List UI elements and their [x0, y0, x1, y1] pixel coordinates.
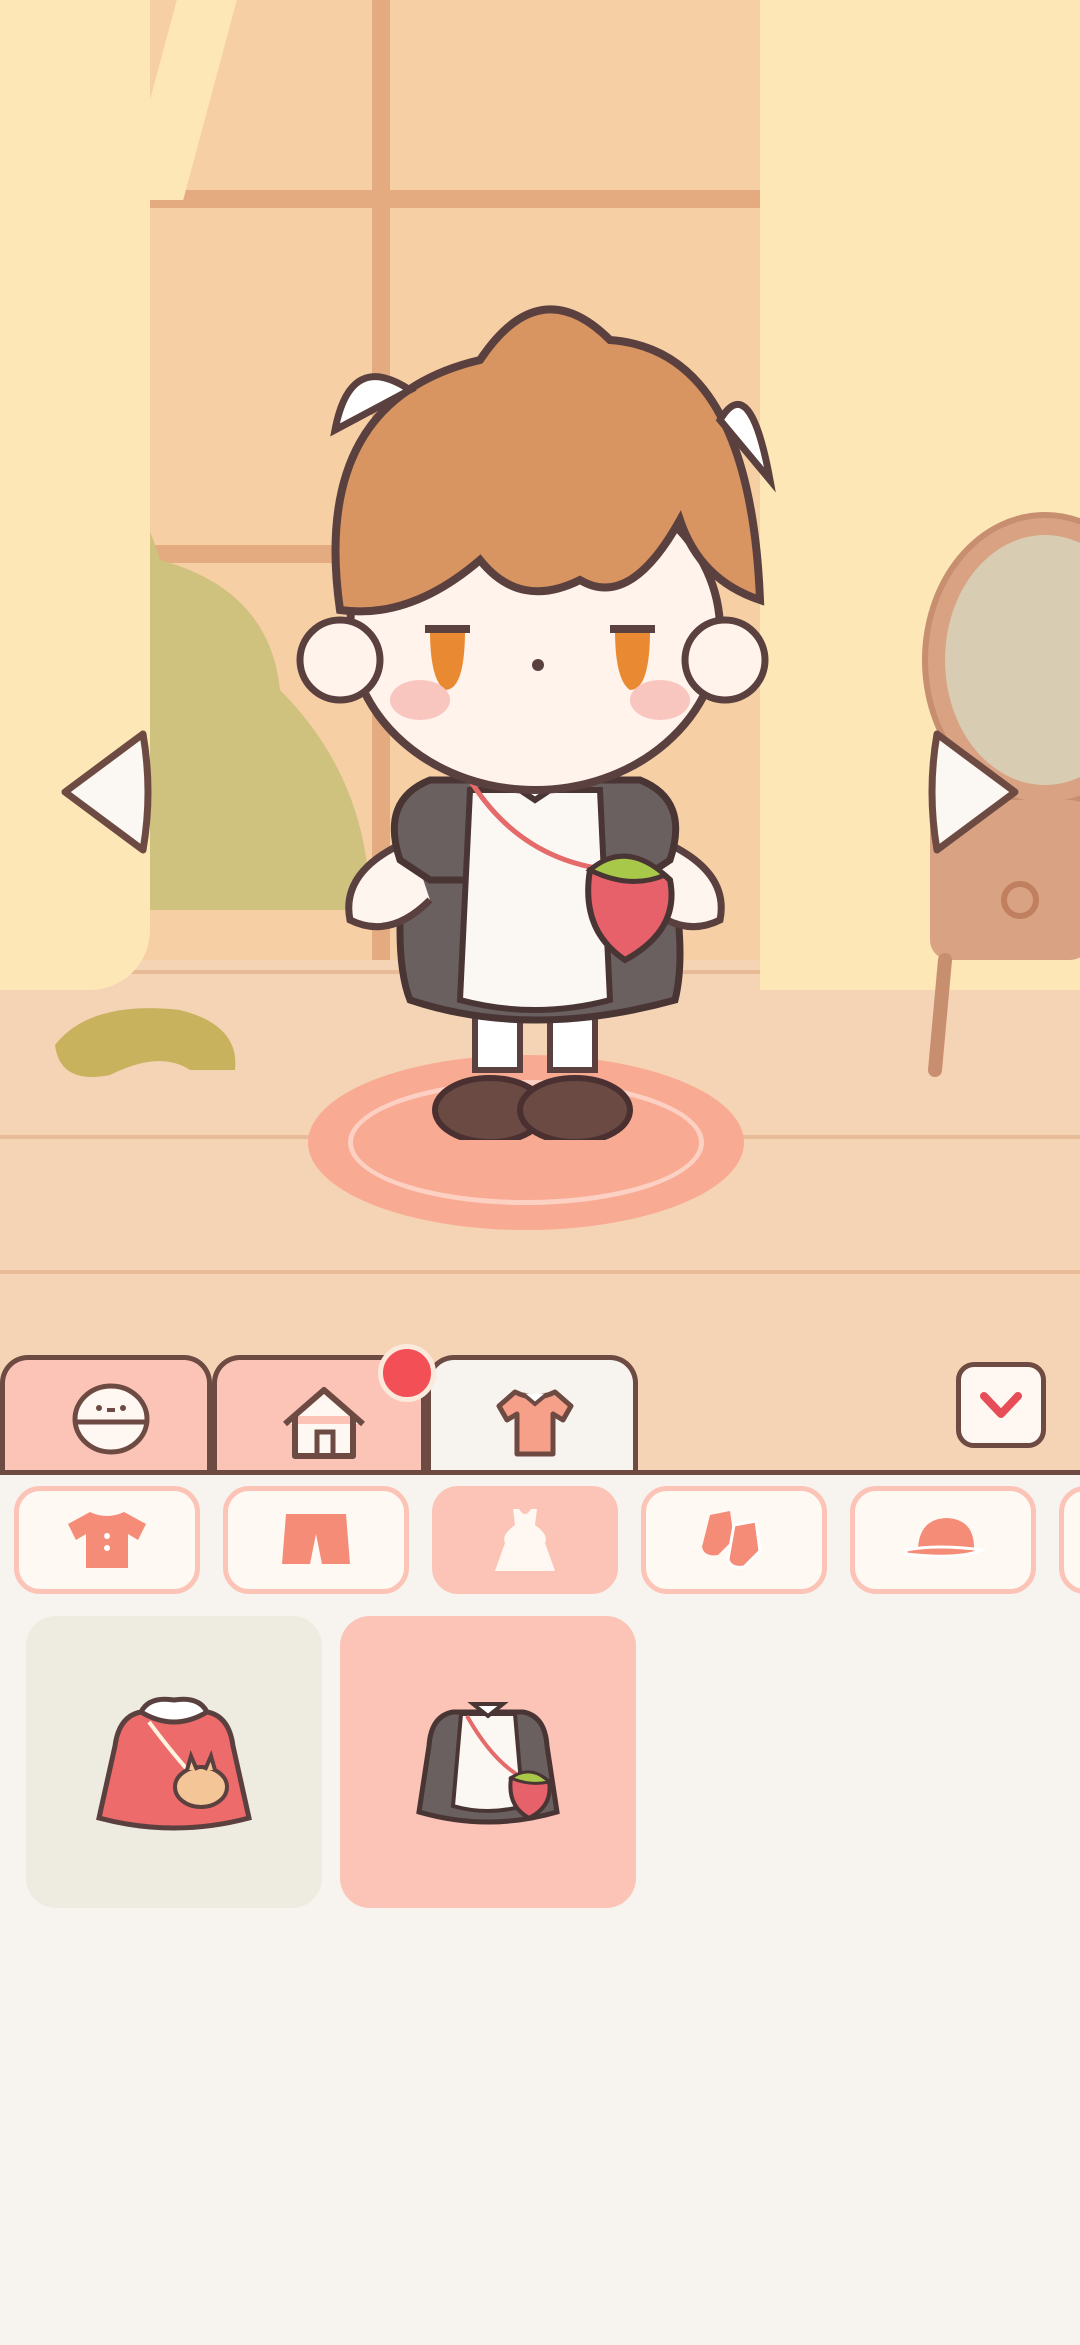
- subcat-shoes[interactable]: [641, 1486, 827, 1594]
- dress-icon: [495, 1509, 555, 1571]
- notification-badge: [378, 1344, 436, 1402]
- character: [296, 305, 776, 1140]
- previous-arrow-button[interactable]: [55, 722, 155, 862]
- item-maid-dress-strawberry-bag[interactable]: [340, 1616, 636, 1908]
- socks-icon: [702, 1511, 762, 1569]
- subcat-bottoms[interactable]: [223, 1486, 409, 1594]
- shorts-icon: [282, 1514, 350, 1564]
- tab-face[interactable]: [0, 1355, 212, 1475]
- cap-icon: [904, 1518, 988, 1558]
- shirt-icon: [496, 1389, 574, 1457]
- tab-clothes[interactable]: [426, 1355, 638, 1480]
- collapse-panel-button[interactable]: [956, 1362, 1046, 1448]
- maid-dress-icon: [416, 1702, 560, 1825]
- subcat-tops[interactable]: [14, 1486, 200, 1594]
- sock-on-floor: [55, 1008, 236, 1077]
- chevron-down-icon: [980, 1392, 1022, 1418]
- pink-dress-icon: [96, 1696, 252, 1831]
- face-icon: [72, 1383, 150, 1455]
- next-arrow-button[interactable]: [925, 722, 1025, 862]
- character-scene: [0, 0, 1080, 1470]
- subcat-dresses[interactable]: [432, 1486, 618, 1594]
- subcat-more[interactable]: [1059, 1486, 1080, 1594]
- subcat-hats[interactable]: [850, 1486, 1036, 1594]
- house-icon: [283, 1387, 365, 1459]
- item-pink-dress-bunny-bag[interactable]: [26, 1616, 322, 1908]
- shirt-icon: [68, 1512, 146, 1568]
